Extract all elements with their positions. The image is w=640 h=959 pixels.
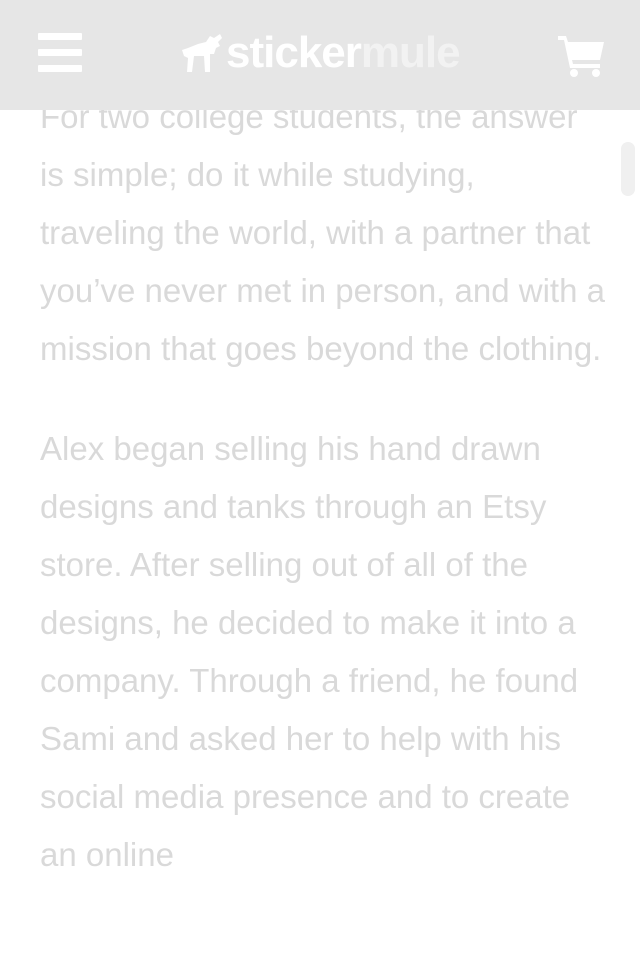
article-body: For two college students, the answer is … [40, 88, 605, 926]
mule-icon [182, 34, 222, 72]
stickermule-logo[interactable]: sticker mule [180, 28, 461, 78]
logo-text-mule: mule [360, 28, 461, 77]
logo-text-sticker: sticker [226, 28, 362, 77]
article-paragraph: For two college students, the answer is … [40, 98, 605, 367]
shopping-cart-icon[interactable] [556, 34, 606, 78]
top-nav-bar: sticker mule [0, 0, 640, 110]
hamburger-menu-icon[interactable] [38, 33, 82, 73]
scrollbar-thumb[interactable] [621, 142, 635, 196]
article-paragraph: Alex began selling his hand drawn design… [40, 430, 579, 873]
